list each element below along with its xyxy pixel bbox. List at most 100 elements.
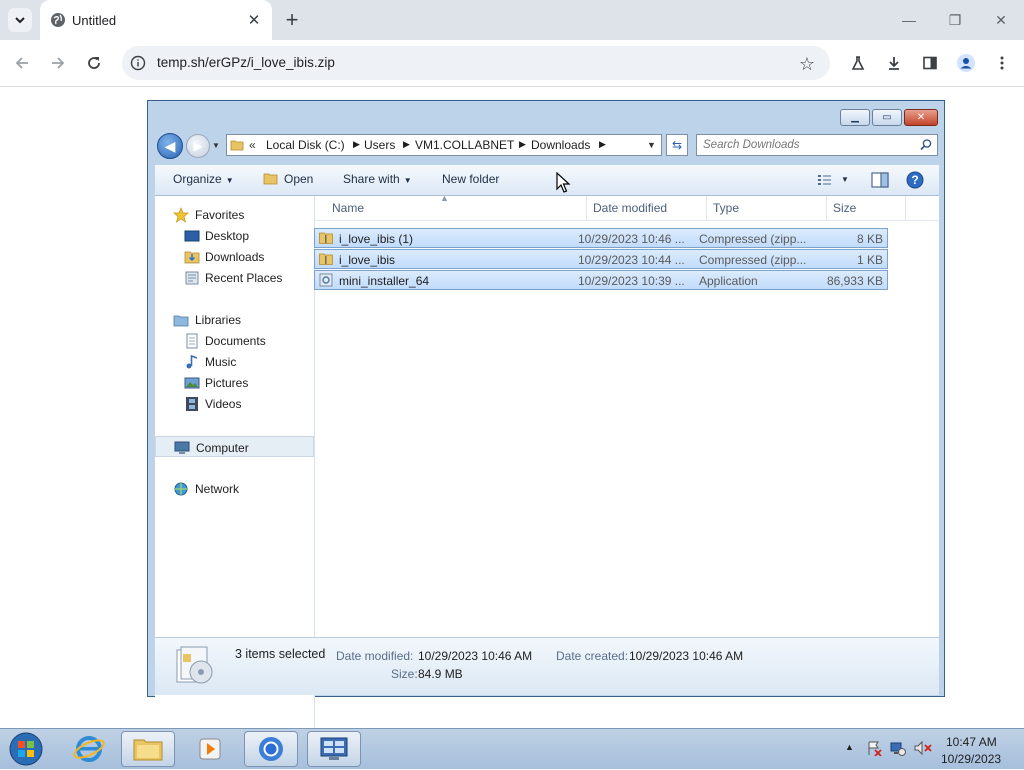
explorer-search-box[interactable] <box>696 134 938 156</box>
info-icon[interactable] <box>130 55 146 71</box>
nav-videos[interactable]: Videos <box>155 393 314 414</box>
network-status-icon[interactable] <box>890 740 906 756</box>
taskbar-control-panel[interactable] <box>307 731 361 767</box>
desktop-icon <box>184 230 200 242</box>
open-button[interactable]: Open <box>284 172 313 186</box>
column-name[interactable]: Name <box>332 201 364 215</box>
dropdown-caret-icon: ▼ <box>225 176 234 185</box>
nav-computer[interactable]: Computer <box>155 436 314 457</box>
minimize-icon[interactable]: — <box>886 6 932 34</box>
nav-network-label: Network <box>195 482 240 496</box>
preview-pane-icon[interactable] <box>871 172 889 188</box>
column-divider[interactable] <box>905 196 906 220</box>
search-icon[interactable] <box>919 138 933 152</box>
file-name: mini_installer_64 <box>339 274 430 288</box>
nav-music[interactable]: Music <box>155 351 314 372</box>
explorer-forward-icon[interactable]: ▶ <box>186 134 210 158</box>
back-arrow-icon[interactable] <box>8 49 36 77</box>
nav-pictures[interactable]: Pictures <box>155 372 314 393</box>
file-row[interactable]: i_love_ibis 10/29/2023 10:44 ... Compres… <box>314 249 888 269</box>
reload-icon[interactable] <box>80 49 108 77</box>
column-divider[interactable] <box>826 196 827 220</box>
labs-flask-icon[interactable] <box>844 49 872 77</box>
breadcrumb-users[interactable]: Users <box>364 138 395 152</box>
view-details-icon[interactable] <box>817 173 833 187</box>
column-date-modified[interactable]: Date modified <box>593 201 667 215</box>
share-with-button[interactable]: Share with ▼ <box>343 172 412 186</box>
forward-arrow-icon[interactable] <box>44 49 72 77</box>
column-type[interactable]: Type <box>713 201 739 215</box>
breadcrumb-vm1-collabnet[interactable]: VM1.COLLABNET <box>415 138 514 152</box>
zip-folder-icon <box>319 253 333 265</box>
clock-time[interactable]: 10:47 AM <box>946 735 997 749</box>
view-dropdown-caret-icon[interactable]: ▼ <box>841 175 849 184</box>
column-size[interactable]: Size <box>833 201 856 215</box>
bookmark-star-icon[interactable]: ☆ <box>796 53 818 75</box>
action-center-flag-icon[interactable] <box>866 740 882 756</box>
nav-downloads[interactable]: Downloads <box>155 246 314 267</box>
nav-libraries[interactable]: Libraries <box>155 309 314 330</box>
volume-muted-icon[interactable] <box>914 740 932 756</box>
tab-search-button[interactable] <box>8 8 32 32</box>
browser-tab[interactable]: Untitled ✕ <box>40 0 272 40</box>
new-tab-plus-icon[interactable]: + <box>280 7 304 32</box>
search-input[interactable] <box>703 138 903 152</box>
address-history-dropdown-icon[interactable]: ▼ <box>647 140 656 150</box>
date-created-value: 10/29/2023 10:46 AM <box>629 649 744 663</box>
profile-avatar-icon[interactable] <box>952 49 980 77</box>
close-window-icon[interactable]: ✕ <box>978 6 1024 34</box>
file-row[interactable]: i_love_ibis (1) 10/29/2023 10:46 ... Com… <box>314 228 888 248</box>
new-folder-button[interactable]: New folder <box>442 172 499 186</box>
pictures-icon <box>184 377 200 389</box>
nav-videos-label: Videos <box>205 397 242 411</box>
explorer-close-icon[interactable]: ✕ <box>904 109 938 126</box>
browser-tab-strip: Untitled ✕ + — ❐ ✕ <box>0 0 1024 40</box>
side-panel-icon[interactable] <box>916 49 944 77</box>
address-bar[interactable]: temp.sh/erGPz/i_love_ibis.zip ☆ <box>122 46 830 80</box>
start-button-windows-icon[interactable] <box>6 730 46 768</box>
nav-documents[interactable]: Documents <box>155 330 314 351</box>
explorer-maximize-icon[interactable]: ▭ <box>872 109 902 126</box>
taskbar-file-explorer[interactable] <box>121 731 175 767</box>
show-hidden-icons-arrow-icon[interactable]: ▲ <box>845 742 854 752</box>
file-type: Compressed (zipp... <box>699 232 807 246</box>
taskbar-internet-explorer[interactable] <box>62 731 116 767</box>
nav-favorites[interactable]: Favorites <box>155 204 314 225</box>
taskbar-chrome[interactable] <box>244 731 298 767</box>
explorer-back-icon[interactable]: ◀ <box>157 133 183 159</box>
menu-kebab-icon[interactable] <box>988 49 1016 77</box>
taskbar-media-player[interactable] <box>183 731 237 767</box>
star-icon <box>173 207 189 223</box>
breadcrumb-overflow[interactable]: « <box>249 138 256 152</box>
zip-folder-icon <box>319 232 333 244</box>
nav-network[interactable]: Network <box>155 478 314 499</box>
column-divider[interactable] <box>706 196 707 220</box>
size-label: Size: <box>391 667 418 681</box>
tab-close-icon[interactable]: ✕ <box>246 12 262 29</box>
explorer-minimize-icon[interactable]: ▁ <box>840 109 870 126</box>
refresh-icon[interactable]: ⇆ <box>666 134 688 156</box>
nav-desktop[interactable]: Desktop <box>155 225 314 246</box>
explorer-address-bar[interactable]: « Local Disk (C:) ▶ Users ▶ VM1.COLLABNE… <box>226 134 662 156</box>
windows-taskbar: ▲ 10:47 AM 10/29/2023 <box>0 728 1024 769</box>
breadcrumb-arrow-icon[interactable]: ▶ <box>353 139 360 150</box>
file-row[interactable]: mini_installer_64 10/29/2023 10:39 ... A… <box>314 270 888 290</box>
clock-date[interactable]: 10/29/2023 <box>941 752 1001 766</box>
help-icon[interactable]: ? <box>906 171 924 189</box>
organize-button[interactable]: Organize ▼ <box>173 172 234 186</box>
file-name: i_love_ibis (1) <box>339 232 414 246</box>
selection-count: 3 items selected <box>235 647 326 661</box>
network-icon <box>174 482 188 496</box>
breadcrumb-arrow-icon[interactable]: ▶ <box>599 139 606 150</box>
breadcrumb-arrow-icon[interactable]: ▶ <box>403 139 410 150</box>
download-icon[interactable] <box>880 49 908 77</box>
column-divider[interactable] <box>586 196 587 220</box>
restore-icon[interactable]: ❐ <box>932 6 978 34</box>
breadcrumb-arrow-icon[interactable]: ▶ <box>519 139 526 150</box>
computer-icon <box>174 441 190 454</box>
control-panel-icon <box>320 737 348 760</box>
recent-pages-dropdown-icon[interactable]: ▼ <box>212 141 222 151</box>
nav-recent-places[interactable]: Recent Places <box>155 267 314 288</box>
breadcrumb-local-disk[interactable]: Local Disk (C:) <box>266 138 345 152</box>
breadcrumb-downloads[interactable]: Downloads <box>531 138 590 152</box>
